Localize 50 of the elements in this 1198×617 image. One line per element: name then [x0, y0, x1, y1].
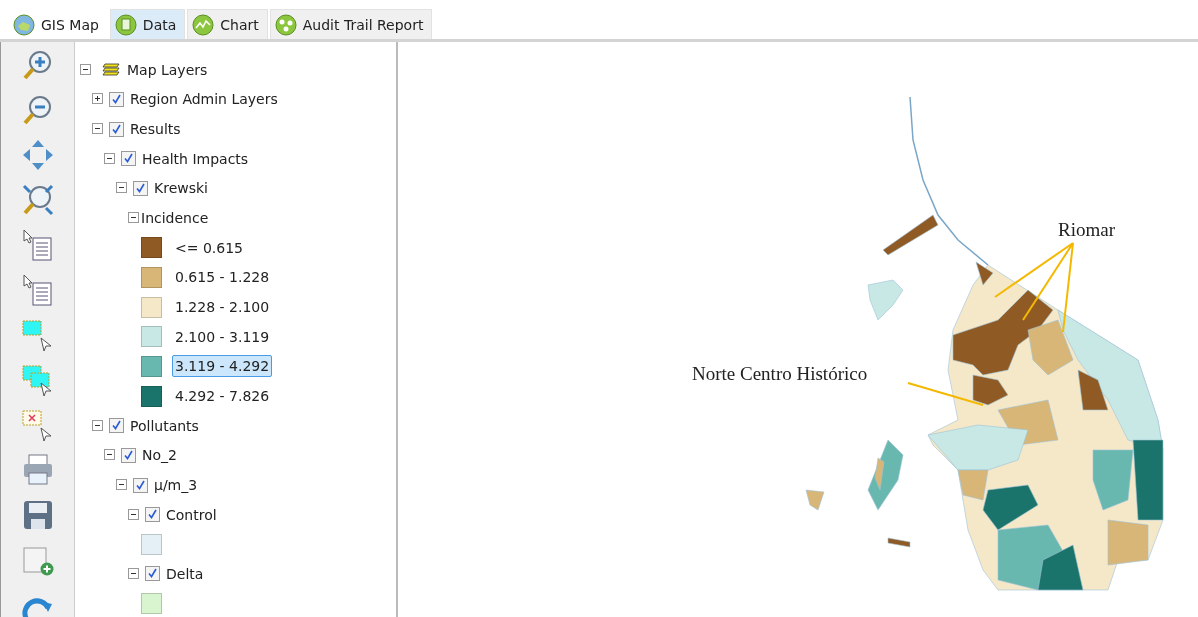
line-chart-icon — [192, 13, 215, 36]
checkbox[interactable] — [145, 507, 160, 523]
checkbox[interactable] — [133, 477, 148, 493]
tab[interactable]: Chart — [187, 9, 268, 39]
layers-icon — [101, 61, 121, 78]
checkbox[interactable] — [121, 447, 136, 463]
checkbox[interactable] — [121, 151, 136, 167]
collapse-icon[interactable] — [128, 568, 139, 579]
layer-label[interactable]: Pollutants — [130, 417, 199, 434]
layer-label[interactable]: Control — [166, 506, 217, 523]
zoom-extent-icon[interactable] — [20, 183, 55, 217]
tab[interactable]: Audit Trail Report — [269, 9, 433, 39]
layer-label[interactable]: Results — [130, 121, 181, 138]
legend-label[interactable]: 1.228 - 2.100 — [172, 296, 273, 319]
collapse-icon[interactable] — [116, 479, 127, 490]
collapse-icon[interactable] — [128, 508, 139, 520]
tab[interactable]: Data — [109, 9, 186, 39]
map-label: Riomar — [1058, 219, 1115, 241]
layer-label[interactable]: No_2 — [142, 447, 177, 464]
expand-icon[interactable] — [92, 93, 103, 105]
collapse-icon[interactable] — [92, 419, 103, 431]
legend-label[interactable]: 0.615 - 1.228 — [172, 266, 273, 289]
layer-label[interactable]: Map Layers — [127, 61, 208, 78]
collapse-icon[interactable] — [80, 63, 91, 75]
nodes-icon — [274, 13, 297, 36]
layer-label[interactable]: Delta — [166, 566, 204, 582]
legend-label[interactable]: <= 0.615 — [172, 236, 246, 259]
layer-label[interactable]: Krewski — [154, 180, 208, 197]
checkbox[interactable] — [133, 180, 148, 196]
legend-label[interactable]: 2.100 - 3.119 — [172, 325, 273, 348]
collapse-icon[interactable] — [104, 449, 115, 461]
checkbox[interactable] — [109, 92, 124, 107]
layer-label[interactable]: Incidence — [141, 210, 209, 227]
checkbox[interactable] — [109, 418, 124, 434]
globe-icon — [13, 13, 35, 36]
collapse-icon[interactable] — [104, 152, 115, 164]
collapse-icon[interactable] — [92, 123, 103, 135]
layer-label[interactable]: μ/m_3 — [154, 477, 198, 493]
document-icon — [114, 13, 137, 36]
pointer-list-icon[interactable] — [20, 228, 55, 262]
pointer-table-icon[interactable] — [20, 273, 55, 307]
map-label: Norte Centro Histórico — [692, 363, 868, 385]
layer-label[interactable]: Region Admin Layers — [130, 91, 278, 108]
layer-label[interactable]: Health Impacts — [142, 150, 249, 167]
collapse-icon[interactable] — [128, 212, 139, 224]
legend-label[interactable]: 3.119 - 4.292 — [172, 355, 273, 378]
collapse-icon[interactable] — [116, 182, 127, 194]
legend-label[interactable]: 4.292 - 7.826 — [172, 385, 273, 408]
checkbox[interactable] — [145, 566, 160, 582]
checkbox[interactable] — [109, 121, 124, 137]
